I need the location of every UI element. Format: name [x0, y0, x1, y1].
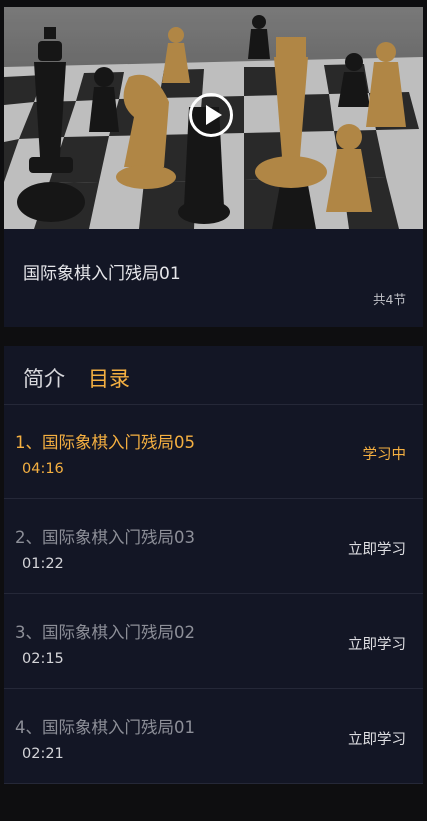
lesson-duration: 02:15 [22, 651, 64, 667]
video-player[interactable] [4, 7, 423, 229]
play-button[interactable] [189, 93, 233, 137]
lesson-duration: 02:21 [22, 746, 64, 762]
lesson-title: 3、国际象棋入门残局02 [15, 623, 195, 642]
lesson-item-4[interactable]: 4、国际象棋入门残局01 02:21 立即学习 [4, 690, 423, 784]
lesson-title: 1、国际象棋入门残局05 [15, 433, 195, 452]
start-learning-button[interactable]: 立即学习 [348, 633, 406, 654]
lesson-title: 2、国际象棋入门残局03 [15, 528, 195, 547]
lesson-duration: 01:22 [22, 556, 64, 572]
course-info: 国际象棋入门残局01 共4节 [4, 229, 423, 327]
play-icon [205, 105, 222, 125]
tab-intro[interactable]: 简介 [23, 363, 65, 393]
lesson-duration: 04:16 [22, 461, 64, 477]
app-frame: 国际象棋入门残局01 共4节 简介 目录 1、国际象棋入门残局05 04:16 … [4, 0, 423, 821]
tab-bar: 简介 目录 [4, 346, 423, 405]
course-title: 国际象棋入门残局01 [23, 264, 181, 284]
lesson-item-3[interactable]: 3、国际象棋入门残局02 02:15 立即学习 [4, 595, 423, 689]
tab-catalog[interactable]: 目录 [88, 363, 130, 393]
lesson-item-1[interactable]: 1、国际象棋入门残局05 04:16 学习中 [4, 405, 423, 499]
lesson-status: 学习中 [362, 447, 407, 463]
lesson-item-2[interactable]: 2、国际象棋入门残局03 01:22 立即学习 [4, 500, 423, 594]
start-learning-button[interactable]: 立即学习 [348, 538, 406, 559]
lesson-count: 共4节 [373, 292, 406, 307]
start-learning-button[interactable]: 立即学习 [348, 728, 406, 749]
lesson-list: 1、国际象棋入门残局05 04:16 学习中 2、国际象棋入门残局03 01:2… [4, 405, 423, 784]
lesson-title: 4、国际象棋入门残局01 [15, 718, 195, 737]
